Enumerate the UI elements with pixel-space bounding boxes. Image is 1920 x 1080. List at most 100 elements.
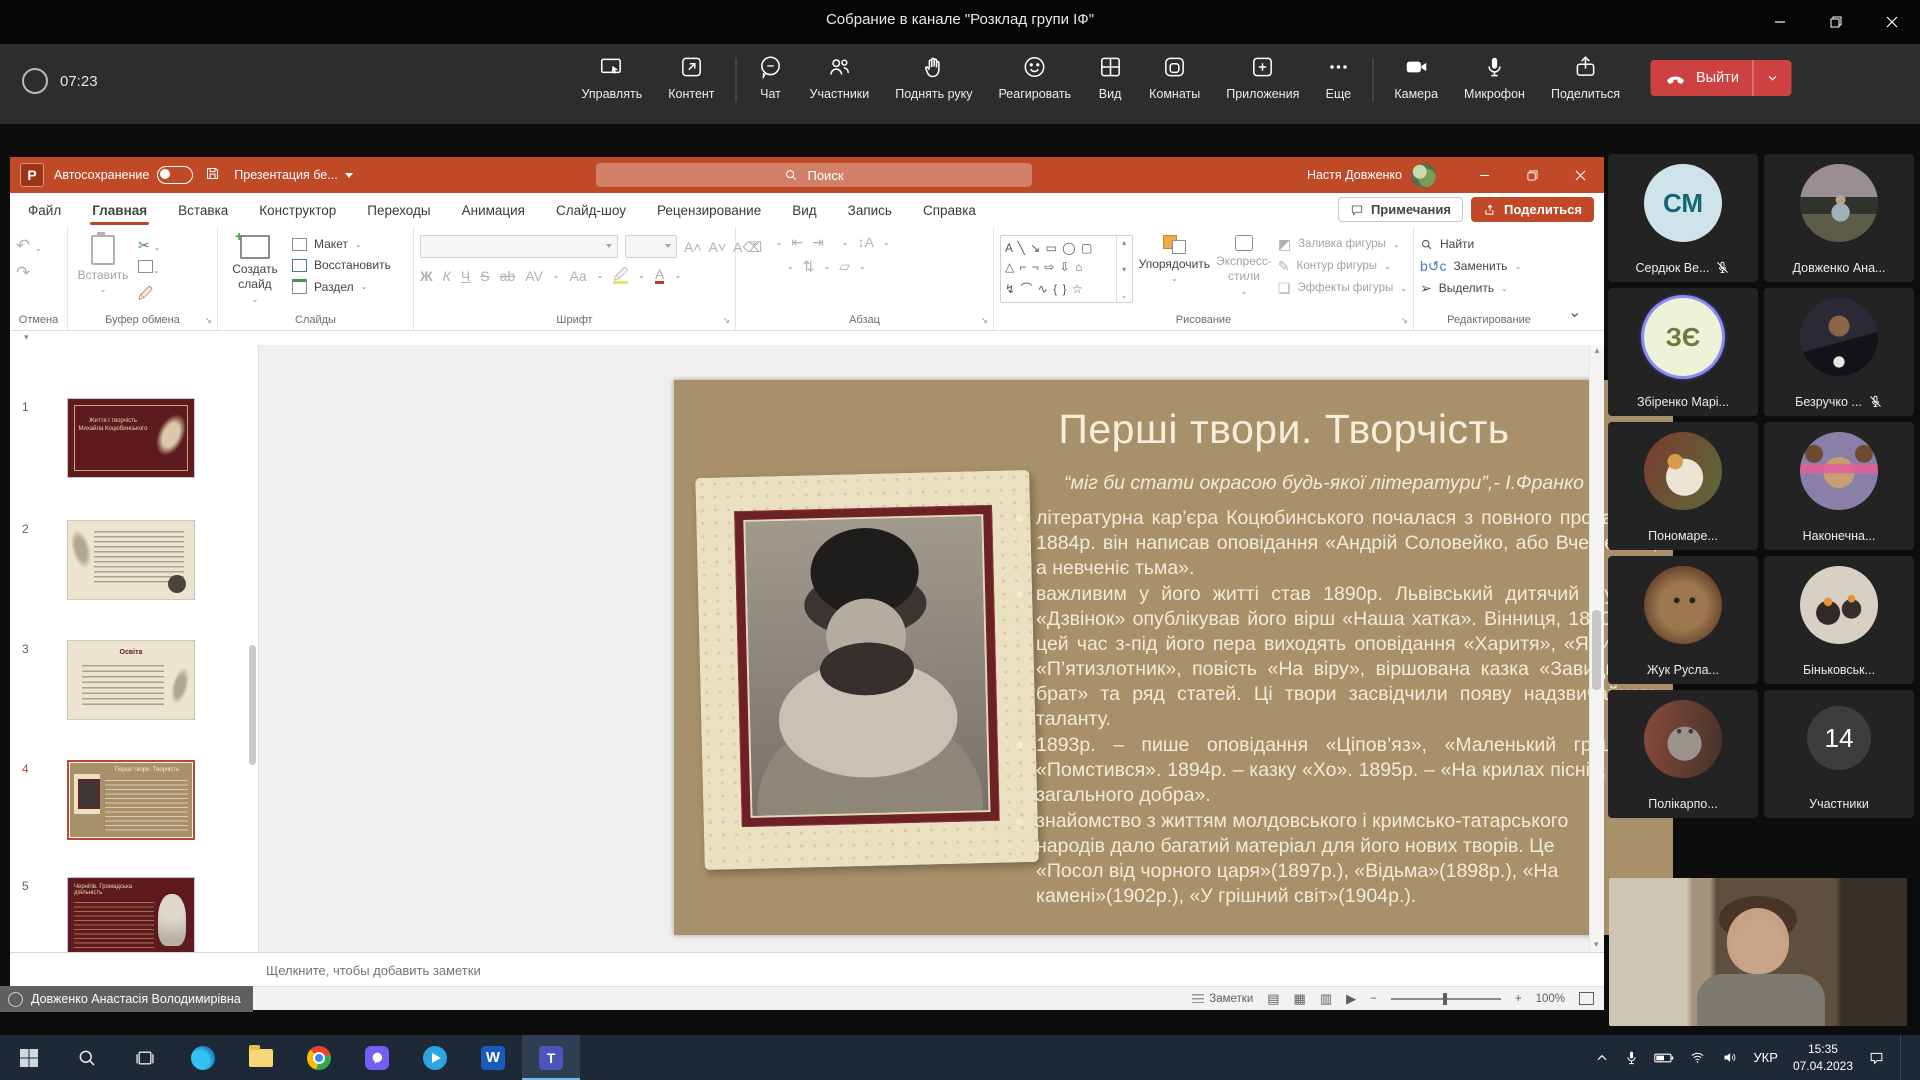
fit-slide-icon[interactable] <box>1579 992 1594 1005</box>
toolbar-view[interactable]: Вид <box>1084 52 1136 103</box>
participant-tile[interactable]: Довженко Ана... <box>1764 154 1914 282</box>
canvas-scrollbar[interactable]: ▴▾ <box>1589 345 1604 952</box>
strikethrough-button[interactable]: S <box>480 269 489 283</box>
tab-record[interactable]: Запись <box>846 196 894 225</box>
wifi-icon[interactable] <box>1689 1050 1706 1065</box>
current-slide[interactable]: Перші твори. Творчість “міг би стати окр… <box>674 380 1673 935</box>
toolbar-share-tray[interactable]: Поделиться <box>1538 52 1633 103</box>
autosave-toggle[interactable] <box>157 166 193 184</box>
minimize-icon[interactable] <box>1752 0 1808 44</box>
quick-styles-button[interactable]: Экспресс-стили ⌄ <box>1216 235 1272 296</box>
char-spacing-icon[interactable]: AV <box>525 269 543 283</box>
start-button[interactable] <box>0 1035 58 1080</box>
tab-file[interactable]: Файл <box>26 196 63 225</box>
toolbar-apps[interactable]: Приложения <box>1213 52 1312 103</box>
teams-icon-active[interactable]: T <box>522 1035 580 1080</box>
notes-pane[interactable]: Щелкните, чтобы добавить заметки <box>10 952 1604 987</box>
tab-transitions[interactable]: Переходы <box>365 196 432 225</box>
toolbar-content[interactable]: Контент <box>655 52 727 103</box>
char-strike-icon[interactable]: ab <box>500 269 516 283</box>
file-explorer-icon[interactable] <box>232 1035 290 1080</box>
collapse-ribbon-chevron[interactable]: ⌄ <box>1564 227 1591 330</box>
slide-title[interactable]: Перші твори. Творчість <box>994 406 1574 453</box>
close-icon[interactable] <box>1864 0 1920 44</box>
participants-count-tile[interactable]: 14 Участники <box>1764 690 1914 818</box>
toolbar-more[interactable]: Еще <box>1312 52 1364 103</box>
toolbar-rooms[interactable]: Комнаты <box>1136 52 1213 103</box>
participant-tile[interactable]: Жук Русла... <box>1608 556 1758 684</box>
decrease-font-icon[interactable]: A˅ <box>709 240 727 254</box>
align-text-icon[interactable]: ⇅ <box>803 259 815 273</box>
arrange-button[interactable]: Упорядочить ⌄ <box>1139 235 1210 283</box>
slide-thumbnail-2[interactable] <box>67 520 195 600</box>
increase-font-icon[interactable]: A˄ <box>684 240 702 254</box>
tray-mic-icon[interactable] <box>1624 1050 1639 1065</box>
reset-button[interactable]: Восстановить <box>292 258 391 272</box>
zoom-slider[interactable] <box>1391 998 1501 1000</box>
bold-button[interactable]: Ж <box>420 269 433 283</box>
search-input[interactable]: Поиск <box>596 163 1032 187</box>
self-video-tile[interactable] <box>1609 878 1907 1026</box>
indent-increase-icon[interactable]: ⇥ <box>812 235 824 249</box>
layout-button[interactable]: Макет⌄ <box>292 237 391 251</box>
slide-thumbnail-3[interactable]: Освіта <box>67 640 195 720</box>
task-view-button[interactable] <box>116 1035 174 1080</box>
taskbar-search[interactable] <box>58 1035 116 1080</box>
speaker-icon[interactable] <box>1721 1050 1738 1065</box>
underline-button[interactable]: Ч <box>461 269 470 283</box>
toolbar-chat[interactable]: Чат <box>745 52 797 103</box>
slide-bullet-list[interactable]: літературна кар’єра Коцюбинського почала… <box>1010 506 1658 910</box>
slide-thumbnail-1[interactable]: Життя і творчість Михайла Коцюбинського <box>67 398 195 478</box>
hidden-icons-chevron[interactable] <box>1595 1051 1609 1065</box>
replace-button[interactable]: b↺cЗаменить⌄ <box>1420 259 1521 273</box>
new-slide-button[interactable]: Создать слайд ⌄ <box>224 235 286 304</box>
shape-effects-button[interactable]: ❏Эффекты фигуры⌄ <box>1278 281 1407 295</box>
notes-toggle[interactable]: Заметки <box>1192 993 1253 1005</box>
indent-decrease-icon[interactable]: ⇤ <box>791 235 803 249</box>
toolbar-react[interactable]: Реагировать <box>986 52 1085 103</box>
toolbar-raise-hand[interactable]: Поднять руку <box>882 52 985 103</box>
tab-design[interactable]: Конструктор <box>257 196 338 225</box>
select-button[interactable]: ➢Выделить⌄ <box>1420 281 1521 295</box>
font-color-icon[interactable]: A <box>655 267 664 284</box>
text-direction-icon[interactable]: ↕A <box>858 235 874 249</box>
comments-button[interactable]: Примечания <box>1338 197 1463 222</box>
thumbnails-scrollbar[interactable] <box>249 645 256 765</box>
participant-tile[interactable]: Біньковськ... <box>1764 556 1914 684</box>
font-size-combo[interactable] <box>625 235 677 258</box>
paragraph-dialog-launcher[interactable]: ↘ <box>980 315 988 326</box>
viber-icon[interactable] <box>348 1035 406 1080</box>
leave-button[interactable]: Выйти <box>1651 60 1792 96</box>
slideshow-icon[interactable]: ▶ <box>1346 991 1356 1007</box>
tab-help[interactable]: Справка <box>921 196 978 225</box>
paste-button[interactable]: Вставить ⌄ <box>74 235 132 294</box>
slide-thumbnail-4-selected[interactable]: Перші твори. Творчість <box>67 760 195 840</box>
show-desktop-strip[interactable] <box>1900 1035 1906 1080</box>
ppt-restore-icon[interactable] <box>1508 157 1556 193</box>
change-case-icon[interactable]: Aa <box>570 269 587 283</box>
find-button[interactable]: Найти <box>1420 237 1521 251</box>
smartart-icon[interactable]: ▱ <box>839 259 850 273</box>
action-center-icon[interactable] <box>1868 1050 1885 1066</box>
italic-button[interactable]: К <box>443 269 451 283</box>
cut-icon[interactable]: ✂ ⌄ <box>138 238 160 252</box>
toolbar-participants[interactable]: Участники <box>797 52 883 103</box>
shape-outline-button[interactable]: ✎Контур фигуры⌄ <box>1278 259 1407 273</box>
word-icon[interactable]: W <box>464 1035 522 1080</box>
reading-view-icon[interactable]: ▥ <box>1320 991 1332 1007</box>
participant-tile-speaking[interactable]: ЗЄ Збіренко Марі... <box>1608 288 1758 416</box>
telegram-icon[interactable] <box>406 1035 464 1080</box>
participant-tile[interactable]: Полікарпо... <box>1608 690 1758 818</box>
tab-animations[interactable]: Анимация <box>460 196 527 225</box>
ppt-close-icon[interactable] <box>1556 157 1604 193</box>
tab-slideshow[interactable]: Слайд-шоу <box>554 196 628 225</box>
copy-icon[interactable]: ⌄ <box>138 260 160 278</box>
avatar[interactable] <box>1411 163 1436 188</box>
shapes-scroll[interactable]: ▴▾⌄ <box>1116 236 1132 302</box>
redo-icon[interactable]: ↷ <box>16 264 42 281</box>
taskbar-clock[interactable]: 15:35 07.04.2023 <box>1793 1041 1853 1073</box>
participant-tile[interactable]: СМ Сердюк Ве... <box>1608 154 1758 282</box>
undo-icon[interactable]: ↶ ⌄ <box>16 237 42 254</box>
participant-tile[interactable]: Наконечна... <box>1764 422 1914 550</box>
normal-view-icon[interactable]: ▤ <box>1267 991 1279 1007</box>
